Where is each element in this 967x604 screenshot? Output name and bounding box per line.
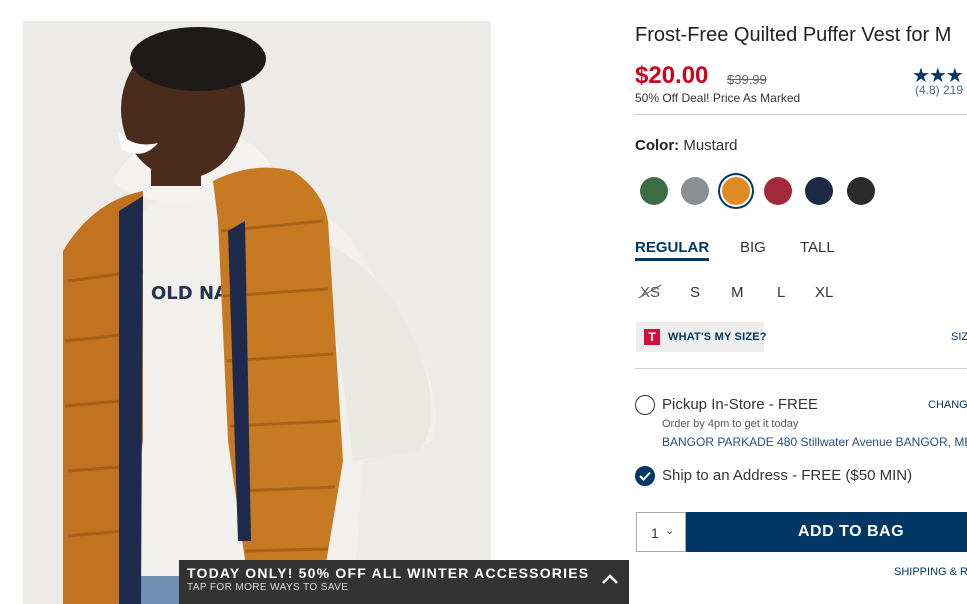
quantity-value: 1 bbox=[651, 525, 659, 541]
promo-title: TODAY ONLY! 50% OFF ALL WINTER ACCESSORI… bbox=[187, 565, 590, 581]
swatch-black[interactable] bbox=[847, 177, 875, 205]
size-chart-link[interactable]: SIZ bbox=[951, 331, 967, 343]
chevron-down-icon: ⌄ bbox=[665, 525, 675, 537]
checkmark-icon bbox=[638, 471, 651, 481]
whats-my-size-label: WHAT'S MY SIZE? bbox=[668, 331, 767, 343]
swatch-red[interactable] bbox=[764, 177, 792, 205]
size-xl[interactable]: XL bbox=[815, 284, 833, 301]
add-to-bag-label: ADD TO BAG bbox=[798, 523, 905, 540]
whats-my-size-button[interactable]: T WHAT'S MY SIZE? bbox=[636, 322, 767, 352]
change-store-link[interactable]: CHANG bbox=[928, 399, 967, 411]
color-label: Color: Mustard bbox=[635, 137, 738, 154]
shipping-returns-link[interactable]: SHIPPING & R bbox=[894, 566, 967, 578]
promo-subtitle: TAP FOR MORE WAYS TO SAVE bbox=[187, 582, 349, 593]
ship-radio[interactable] bbox=[635, 466, 655, 486]
pickup-radio[interactable] bbox=[635, 395, 655, 415]
tab-regular[interactable]: REGULAR bbox=[635, 239, 710, 261]
product-title: Frost-Free Quilted Puffer Vest for M bbox=[635, 24, 952, 46]
original-price: $39.99 bbox=[727, 72, 767, 87]
quantity-select[interactable]: 1 ⌄ bbox=[636, 512, 686, 552]
swatch-navy[interactable] bbox=[805, 177, 833, 205]
pickup-label[interactable]: Pickup In-Store - FREE bbox=[662, 396, 818, 413]
divider bbox=[635, 114, 967, 115]
pickup-note: Order by 4pm to get it today bbox=[662, 418, 799, 430]
review-count[interactable]: (4.8) 219 bbox=[915, 83, 963, 97]
size-l[interactable]: L bbox=[777, 284, 785, 301]
sale-price: $20.00 bbox=[635, 62, 709, 89]
swatch-gray[interactable] bbox=[681, 177, 709, 205]
size-m[interactable]: M bbox=[731, 284, 744, 301]
add-to-bag-button[interactable]: ADD TO BAG bbox=[686, 512, 967, 552]
product-image[interactable]: OLD NAVY bbox=[23, 21, 491, 604]
color-value: Mustard bbox=[683, 137, 738, 154]
tab-big[interactable]: BIG bbox=[740, 239, 766, 256]
size-tool-icon: T bbox=[644, 329, 660, 345]
swatch-mustard[interactable] bbox=[722, 177, 750, 205]
color-label-key: Color: bbox=[635, 137, 680, 154]
ship-label[interactable]: Ship to an Address - FREE ($50 MIN) bbox=[662, 467, 912, 484]
size-s[interactable]: S bbox=[690, 284, 700, 301]
pickup-store[interactable]: BANGOR PARKADE 480 Stillwater Avenue BAN… bbox=[662, 435, 967, 449]
tab-tall[interactable]: TALL bbox=[800, 239, 835, 256]
chevron-up-icon[interactable] bbox=[599, 568, 621, 590]
deal-text: 50% Off Deal! Price As Marked bbox=[635, 91, 801, 105]
divider bbox=[635, 368, 967, 369]
promo-banner[interactable]: TODAY ONLY! 50% OFF ALL WINTER ACCESSORI… bbox=[179, 560, 629, 604]
swatch-green[interactable] bbox=[640, 177, 668, 205]
